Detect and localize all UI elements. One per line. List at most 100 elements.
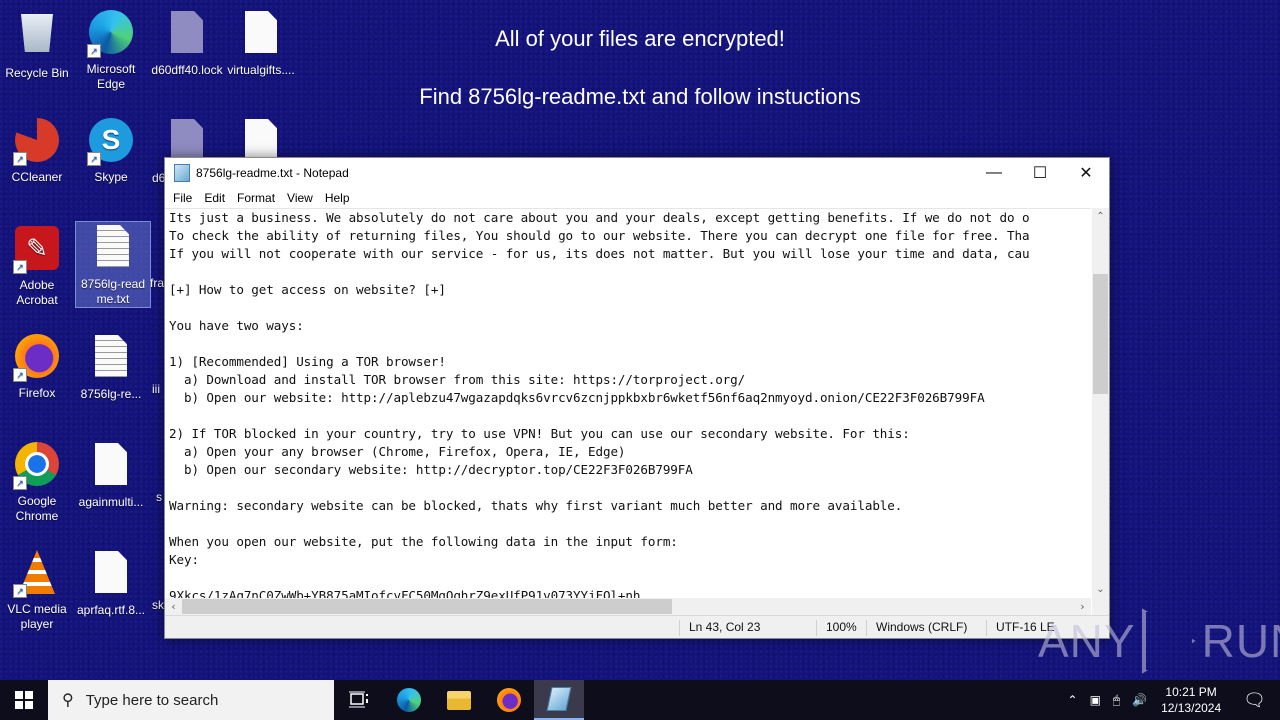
menu-format[interactable]: Format xyxy=(231,191,281,205)
notepad-icon xyxy=(546,687,572,711)
taskbar-search-box[interactable]: ⚲ Type here to search xyxy=(48,680,334,720)
vertical-scroll-thumb[interactable] xyxy=(1093,274,1108,394)
icon-label: Microsoft Edge xyxy=(86,62,136,91)
recycle-bin-icon xyxy=(13,14,61,62)
acrobat-icon: ✎ ↗ xyxy=(13,226,61,274)
icon-label: Adobe Acrobat xyxy=(16,278,58,307)
volume-icon[interactable]: 🔊 xyxy=(1126,693,1153,707)
notepad-icon xyxy=(174,164,190,182)
scroll-down-icon[interactable]: ⌄ xyxy=(1092,581,1109,598)
text-file-icon xyxy=(89,225,137,273)
chrome-icon: ↗ xyxy=(13,442,61,490)
horizontal-scroll-thumb[interactable] xyxy=(182,599,672,614)
ccleaner-icon: ↗ xyxy=(13,118,61,166)
taskbar-notepad[interactable] xyxy=(534,680,584,720)
desktop-icon-readme-2[interactable]: 8756lg-re... xyxy=(74,332,148,402)
desktop-icon-adobe-acrobat[interactable]: ✎ ↗ Adobe Acrobat xyxy=(0,224,74,308)
desktop-icon-vlc[interactable]: ↗ VLC media player xyxy=(0,548,74,632)
minimize-button[interactable]: — xyxy=(971,158,1017,188)
document-text[interactable]: Its just a business. We absolutely do no… xyxy=(165,209,1091,599)
ransom-banner-instructions: Find 8756lg-readme.txt and follow instuc… xyxy=(419,84,861,109)
watermark-text-run: RUN xyxy=(1201,615,1280,667)
folder-icon xyxy=(447,690,471,710)
anyrun-watermark: ANY RUN xyxy=(1038,608,1280,674)
vlc-icon: ↗ xyxy=(13,550,61,598)
shortcut-arrow-icon: ↗ xyxy=(87,44,101,58)
desktop-icon-microsoft-edge[interactable]: ↗ Microsoft Edge xyxy=(74,8,148,92)
notepad-titlebar[interactable]: 8756lg-readme.txt - Notepad — ☐ ✕ xyxy=(165,158,1109,188)
menu-file[interactable]: File xyxy=(167,191,198,205)
watermark-text-any: ANY xyxy=(1038,615,1136,667)
text-editor[interactable]: Its just a business. We absolutely do no… xyxy=(165,208,1091,599)
menu-bar: File Edit Format View Help xyxy=(165,188,1109,208)
status-bar: Ln 43, Col 23 100% Windows (CRLF) UTF-16… xyxy=(165,615,1109,638)
desktop-icon-skype[interactable]: S ↗ Skype xyxy=(74,116,148,185)
firefox-icon xyxy=(497,688,521,712)
system-tray: ⌃ ▣ 🖱 🔊 10:21 PM 12/13/2024 🗨 xyxy=(1062,680,1280,720)
show-hidden-icons-button[interactable]: ⌃ xyxy=(1062,693,1084,707)
icon-label: Recycle Bin xyxy=(5,66,69,80)
shortcut-arrow-icon: ↗ xyxy=(87,152,101,166)
status-line-endings: Windows (CRLF) xyxy=(866,620,986,636)
play-logo-icon xyxy=(1141,608,1196,674)
desktop-icon-readme-selected[interactable]: 8756lg-readme.txt xyxy=(75,221,151,308)
clock-time: 10:21 PM xyxy=(1165,685,1217,699)
search-icon: ⚲ xyxy=(62,692,74,709)
notepad-window[interactable]: 8756lg-readme.txt - Notepad — ☐ ✕ File E… xyxy=(164,157,1110,639)
icon-label: CCleaner xyxy=(11,170,63,184)
shortcut-arrow-icon: ↗ xyxy=(13,260,27,274)
status-cursor-position: Ln 43, Col 23 xyxy=(679,620,819,636)
search-placeholder: Type here to search xyxy=(85,691,219,709)
menu-edit[interactable]: Edit xyxy=(198,191,231,205)
task-view-icon xyxy=(349,691,368,708)
desktop-icon-againmulti[interactable]: againmulti... xyxy=(74,440,148,510)
file-icon xyxy=(87,551,135,599)
shortcut-arrow-icon: ↗ xyxy=(13,152,27,166)
close-button[interactable]: ✕ xyxy=(1063,158,1109,188)
firefox-icon: ↗ xyxy=(13,334,61,382)
shortcut-arrow-icon: ↗ xyxy=(13,476,27,490)
edge-icon: ↗ xyxy=(87,10,135,58)
scroll-up-icon[interactable]: ⌃ xyxy=(1092,208,1109,225)
file-icon xyxy=(87,443,135,491)
icon-label: VLC media player xyxy=(7,602,67,631)
horizontal-scrollbar[interactable]: ‹ › xyxy=(165,598,1091,615)
desktop-icon-lock-file[interactable]: d60dff40.lock xyxy=(150,8,224,78)
icon-label: 8756lg-re... xyxy=(80,387,142,401)
notifications-icon[interactable]: 🗨 xyxy=(1229,690,1280,711)
window-title: 8756lg-readme.txt - Notepad xyxy=(196,166,349,180)
menu-view[interactable]: View xyxy=(281,191,319,205)
scroll-left-icon[interactable]: ‹ xyxy=(165,598,182,615)
desktop-icon-aprfaq[interactable]: aprfaq.rtf.8... xyxy=(74,548,148,618)
icon-label: aprfaq.rtf.8... xyxy=(76,603,146,617)
taskbar: ⚲ Type here to search ⌃ ▣ 🖱 🔊 10:21 PM 1… xyxy=(0,680,1280,720)
taskbar-file-explorer[interactable] xyxy=(434,680,484,720)
file-icon xyxy=(237,11,285,59)
desktop-icon-firefox[interactable]: ↗ Firefox xyxy=(0,332,74,401)
icon-label: d60dff40.lock xyxy=(151,63,223,77)
start-button[interactable] xyxy=(0,680,48,720)
skype-icon: S ↗ xyxy=(87,118,135,166)
camera-icon[interactable]: ▣ xyxy=(1084,693,1107,707)
task-view-button[interactable] xyxy=(334,680,384,720)
text-file-icon xyxy=(87,335,135,383)
desktop-icon-google-chrome[interactable]: ↗ Google Chrome xyxy=(0,440,74,524)
icon-label: Google Chrome xyxy=(15,494,59,523)
clock[interactable]: 10:21 PM 12/13/2024 xyxy=(1153,684,1229,716)
icon-label: virtualgifts.... xyxy=(227,63,295,77)
desktop-icon-ccleaner[interactable]: ↗ CCleaner xyxy=(0,116,74,185)
taskbar-edge[interactable] xyxy=(384,680,434,720)
maximize-button[interactable]: ☐ xyxy=(1017,158,1063,188)
menu-help[interactable]: Help xyxy=(319,191,356,205)
desktop-icon-recycle-bin[interactable]: Recycle Bin xyxy=(0,8,74,81)
icon-label: 8756lg-readme.txt xyxy=(80,277,146,306)
icon-label: Firefox xyxy=(18,386,56,400)
taskbar-firefox[interactable] xyxy=(484,680,534,720)
vertical-scrollbar[interactable]: ⌃ ⌄ xyxy=(1092,208,1109,598)
shortcut-arrow-icon: ↗ xyxy=(13,584,27,598)
network-icon[interactable]: 🖱 xyxy=(1107,693,1126,708)
icon-label: againmulti... xyxy=(78,495,144,509)
shortcut-arrow-icon: ↗ xyxy=(13,368,27,382)
status-zoom: 100% xyxy=(816,620,871,636)
desktop-icon-virtualgifts[interactable]: virtualgifts.... xyxy=(224,8,298,78)
